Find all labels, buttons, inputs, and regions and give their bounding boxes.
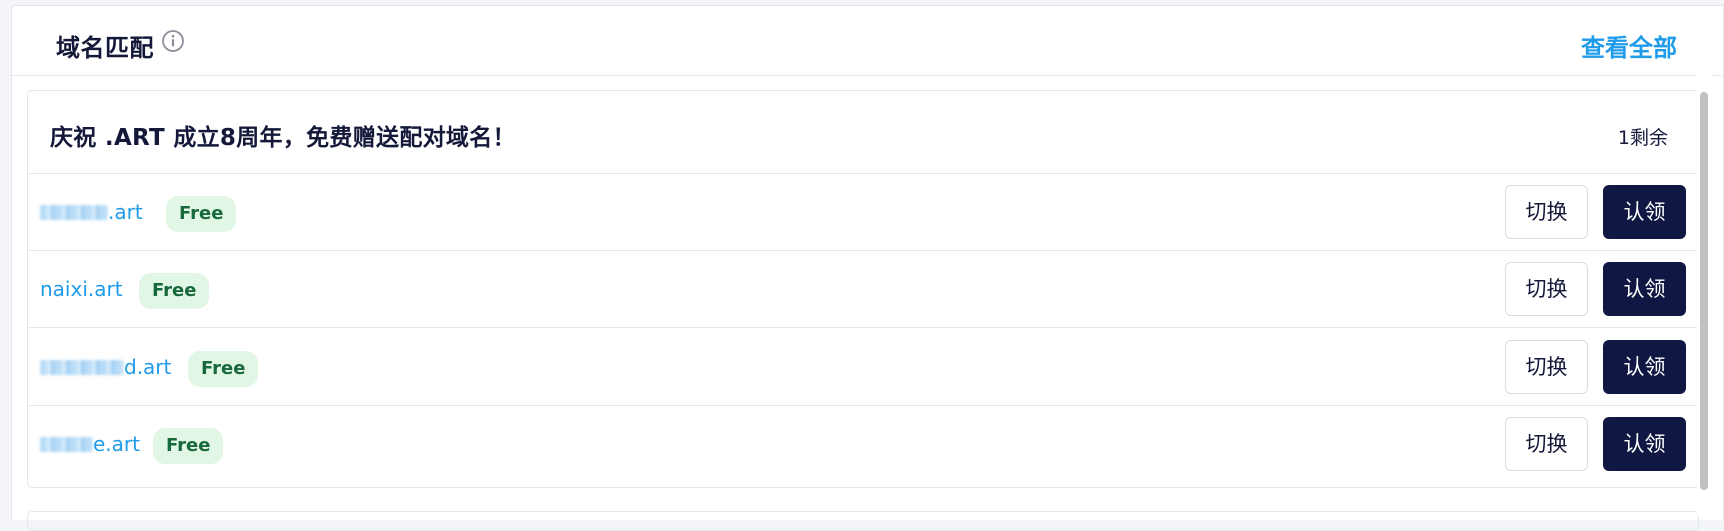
claim-button[interactable]: 认领 xyxy=(1603,417,1686,471)
domain-row: e.art Free 切换 认领 xyxy=(28,406,1698,483)
free-badge: Free xyxy=(166,196,237,232)
masked-text xyxy=(40,437,93,452)
switch-button[interactable]: 切换 xyxy=(1505,185,1588,239)
domain-suffix: e.art xyxy=(93,432,140,456)
scrollbar-thumb[interactable] xyxy=(1700,92,1708,490)
switch-button[interactable]: 切换 xyxy=(1505,262,1588,316)
domain-row: d.art Free 切换 认领 xyxy=(28,329,1698,406)
info-icon[interactable] xyxy=(161,29,185,53)
switch-button[interactable]: 切换 xyxy=(1505,417,1588,471)
domain-link[interactable]: e.art xyxy=(40,432,140,456)
view-all-link[interactable]: 查看全部 xyxy=(1581,28,1677,63)
free-badge: Free xyxy=(153,428,224,464)
claim-button[interactable]: 认领 xyxy=(1603,340,1686,394)
domain-suffix: .art xyxy=(108,200,143,224)
claim-button[interactable]: 认领 xyxy=(1603,262,1686,316)
domain-link[interactable]: naixi.art xyxy=(40,277,123,301)
remaining-count: 1剩余 xyxy=(1617,127,1668,149)
card-header: 域名匹配 查看全部 xyxy=(12,6,1723,76)
promo-panel: 庆祝 .ART 成立8周年，免费赠送配对域名！ 1剩余 .art Free 切换… xyxy=(27,90,1699,488)
claim-button[interactable]: 认领 xyxy=(1603,185,1686,239)
free-badge: Free xyxy=(188,351,259,387)
switch-button[interactable]: 切换 xyxy=(1505,340,1588,394)
domain-link[interactable]: d.art xyxy=(40,355,171,379)
domain-suffix: d.art xyxy=(124,355,172,379)
promo-header: 庆祝 .ART 成立8周年，免费赠送配对域名！ 1剩余 xyxy=(28,91,1698,174)
masked-text xyxy=(40,360,124,375)
domain-link[interactable]: .art xyxy=(40,200,143,224)
domain-match-card: 域名匹配 查看全部 庆祝 .ART 成立8周年，免费赠送配对域名！ 1剩余 .a… xyxy=(11,5,1724,531)
next-panel xyxy=(27,511,1699,531)
domain-row: .art Free 切换 认领 xyxy=(28,174,1698,251)
promo-title: 庆祝 .ART 成立8周年，免费赠送配对域名！ xyxy=(50,125,516,151)
free-badge: Free xyxy=(139,273,210,309)
card-title: 域名匹配 xyxy=(56,34,154,62)
masked-text xyxy=(40,205,108,220)
domain-row: naixi.art Free 切换 认领 xyxy=(28,251,1698,328)
